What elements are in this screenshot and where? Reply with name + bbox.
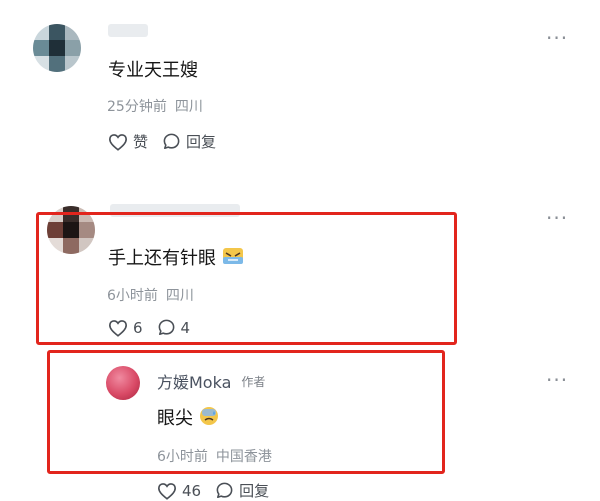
comment-meta: 6小时前 四川: [107, 285, 194, 305]
reply-label: 回复: [186, 133, 217, 151]
like-button[interactable]: 6: [108, 319, 143, 337]
reply-header: 方媛Moka 作者: [157, 369, 265, 393]
comment-meta: 25分钟前 四川: [107, 96, 203, 116]
reply-text: 眼尖: [157, 408, 193, 429]
comment-location: 四川: [165, 288, 194, 304]
like-button[interactable]: 赞: [108, 131, 148, 152]
avatar-pixelated[interactable]: [33, 24, 81, 72]
more-options-icon[interactable]: ···: [546, 370, 568, 390]
author-avatar[interactable]: [106, 366, 140, 400]
reply-button[interactable]: 回复: [215, 480, 269, 501]
heart-icon: [108, 319, 128, 337]
more-options-icon[interactable]: ···: [546, 28, 568, 48]
comment-text-row: 手上还有针眼: [108, 244, 244, 270]
face-with-bandage-emoji: [222, 248, 243, 264]
reply-actions: 46 回复: [157, 480, 269, 501]
comment-actions: 6 4: [108, 318, 190, 337]
reply-label: 回复: [239, 482, 270, 500]
more-options-icon[interactable]: ···: [546, 208, 568, 228]
reply-count: 4: [180, 318, 191, 337]
username-blurred[interactable]: [108, 24, 148, 37]
speech-bubble-icon: [216, 482, 233, 499]
reply-location: 中国香港: [215, 449, 272, 465]
author-name[interactable]: 方媛Moka: [157, 369, 231, 393]
like-count: 6: [133, 318, 143, 337]
comment-location: 四川: [174, 99, 203, 115]
heart-icon: [108, 133, 128, 151]
speech-bubble-icon: [158, 319, 174, 336]
comment-text: 手上还有针眼: [108, 248, 216, 269]
reply-button[interactable]: 4: [157, 318, 191, 337]
reply-meta: 6小时前 中国香港: [157, 446, 272, 466]
comment-time: 6小时前: [107, 288, 158, 304]
reply-text-row: 眼尖: [157, 404, 219, 430]
like-count: 46: [182, 481, 202, 500]
reply-button[interactable]: 回复: [162, 131, 216, 152]
author-badge: 作者: [241, 374, 266, 389]
highlight-box: [36, 212, 457, 345]
sweat-emoji: [199, 407, 218, 425]
reply-time: 6小时前: [157, 449, 208, 465]
comment-actions: 赞 回复: [108, 131, 216, 152]
comment-time: 25分钟前: [107, 99, 167, 115]
heart-icon: [157, 482, 177, 500]
like-button[interactable]: 46: [157, 482, 201, 500]
like-label: 赞: [133, 133, 149, 151]
comment-text: 专业天王嫂: [108, 60, 198, 81]
speech-bubble-icon: [163, 133, 180, 150]
